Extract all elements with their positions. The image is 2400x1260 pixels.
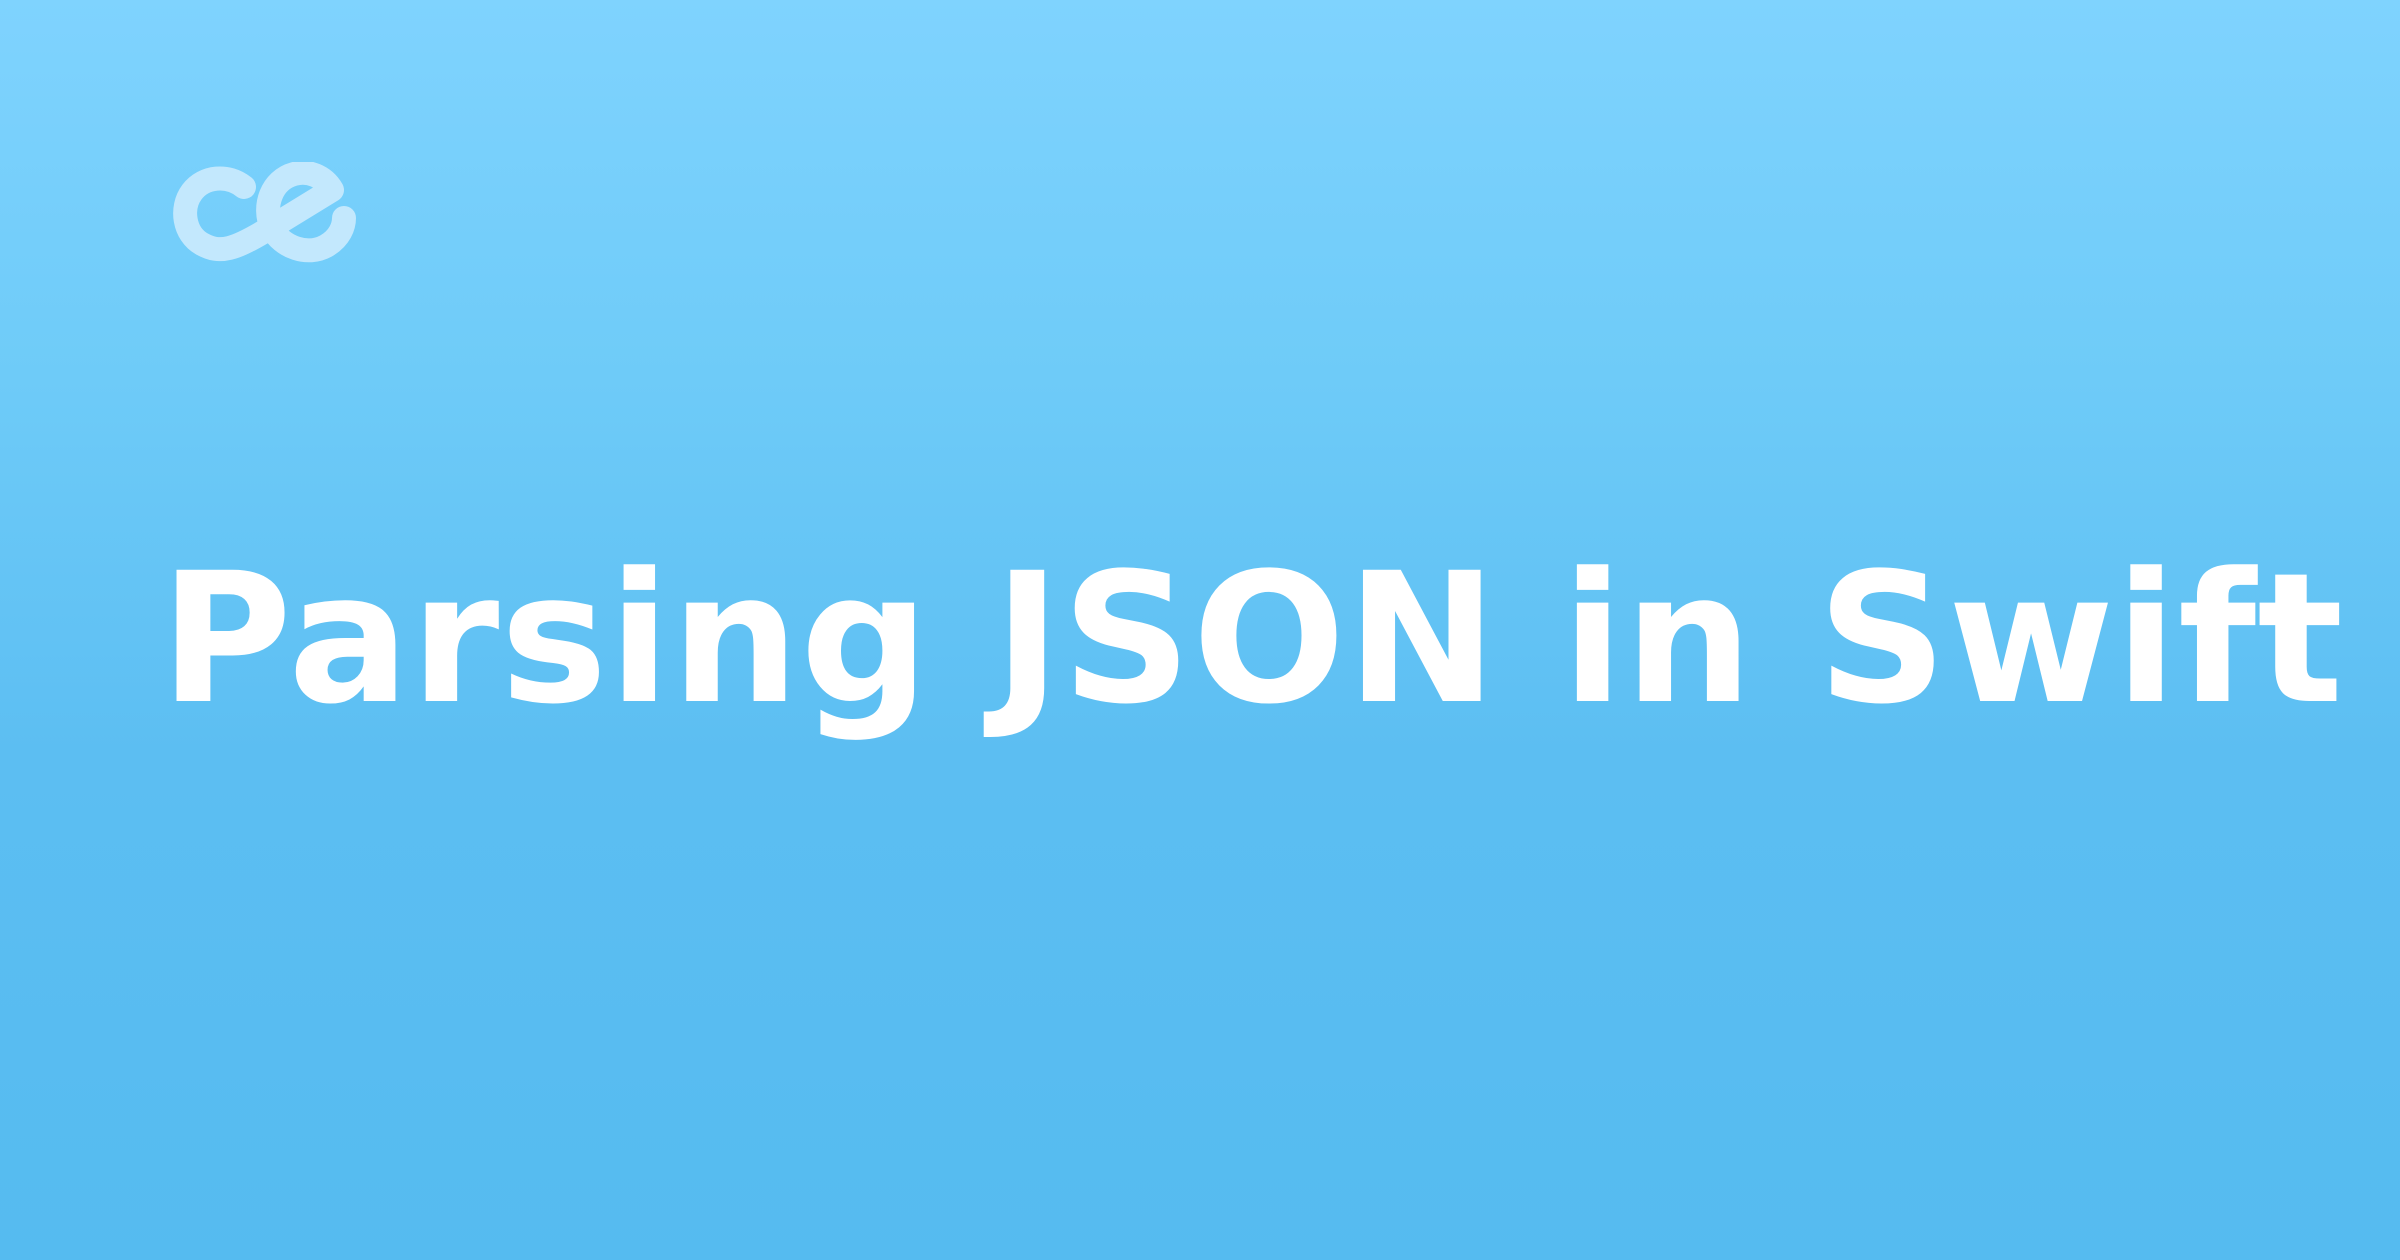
page-title: Parsing JSON in Swift [160,535,2345,744]
ce-logo-icon [162,162,362,282]
